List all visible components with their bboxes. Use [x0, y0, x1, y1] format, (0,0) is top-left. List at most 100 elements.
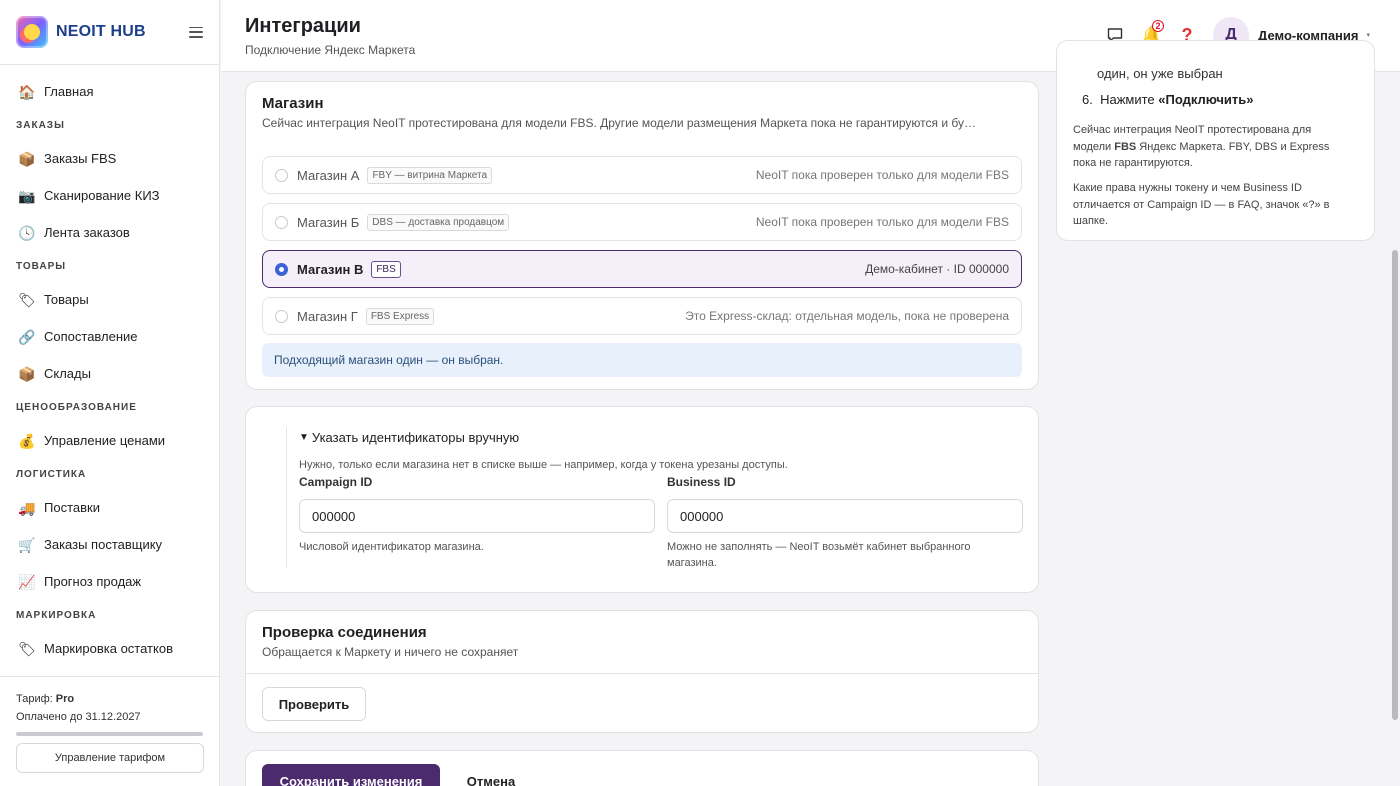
business-id-input[interactable]: [667, 499, 1023, 533]
store-note: NeoIT пока проверен только для модели FB…: [755, 215, 1009, 229]
sidebar-item[interactable]: 📈 Прогноз продаж: [0, 563, 219, 600]
plan-progress: [16, 732, 203, 736]
sidebar-item[interactable]: 🏠 Главная: [0, 73, 219, 110]
manual-ids-hint: Нужно, только если магазина нет в списке…: [299, 459, 788, 471]
sidebar-item-label: Заказы поставщику: [44, 537, 163, 552]
radio-button[interactable]: [275, 309, 288, 323]
store-option[interactable]: Магазин Г FBS Express Это Express-склад: о…: [262, 297, 1022, 335]
manual-ids-toggle[interactable]: ▼ Указать идентификаторы вручную: [299, 427, 1022, 447]
radio-button[interactable]: [275, 168, 288, 182]
help-para1-bold: FBS: [1114, 140, 1137, 153]
manual-ids-summary: Указать идентификаторы вручную: [311, 429, 520, 445]
store-name: Магазин В: [297, 261, 364, 277]
nav-icon: 💰: [18, 432, 36, 449]
chevron-down-icon[interactable]: ▾: [1366, 31, 1370, 39]
sidebar-item[interactable]: 📷 Сканирование КИЗ: [0, 177, 219, 214]
plan-panel: Тариф: Pro Оплачено до 31.12.2027 Управл…: [0, 676, 219, 786]
nav-icon: 🏷: [18, 640, 36, 657]
check-card-title: Проверка соединения: [262, 624, 427, 641]
divider: [246, 673, 1038, 674]
help-step-5-tail: один, он уже выбран: [1097, 66, 1223, 81]
campaign-id-help: Числовой идентификатор магазина.: [299, 541, 484, 553]
nav-section-heading: ЛОГИСТИКА: [16, 468, 87, 480]
scrollbar-thumb[interactable]: [1392, 250, 1398, 720]
manage-plan-button[interactable]: Управление тарифом: [16, 743, 204, 773]
help-paragraph-models: Сейчас интеграция NeoIT протестирована д…: [1073, 122, 1352, 172]
sidebar-item[interactable]: 🏷 Товары: [0, 281, 219, 318]
store-info-message: Подходящий магазин один — он выбран.: [262, 343, 1022, 377]
id-fields: Campaign ID Числовой идентификатор магаз…: [299, 475, 1023, 571]
nav-icon: 🏷: [18, 291, 36, 308]
store-option[interactable]: Магазин Б DBS — доставка продавцом NeoIT п…: [262, 203, 1022, 241]
sidebar-item-label: Маркировка остатков: [44, 641, 173, 656]
sidebar-item-label: Прогноз продаж: [44, 574, 142, 589]
paid-until: Оплачено до 31.12.2027: [16, 711, 141, 723]
actions-card: Сохранить изменения Отмена: [245, 750, 1039, 786]
triangle-down-icon: ▼: [299, 431, 309, 443]
sidebar-item-label: Главная: [44, 84, 94, 99]
cancel-button[interactable]: Отмена: [451, 764, 531, 786]
store-list: Магазин А FBY — витрина Маркета NeoIT пока…: [262, 156, 1022, 344]
store-note: Это Express-склад: отдельная модель, пок…: [685, 309, 1009, 323]
store-model-tag: FBS Express: [365, 307, 435, 325]
store-model-tag: FBY — витрина Маркета: [367, 166, 493, 184]
store-note: Демо-кабинет · ID 000000: [865, 262, 1009, 276]
store-card: Магазин Сейчас интеграция NeoIT протести…: [245, 81, 1039, 390]
store-model-tag: DBS — доставка продавцом: [367, 213, 510, 231]
plan-line: Тариф: Pro: [16, 690, 203, 708]
check-connection-button[interactable]: Проверить: [262, 687, 366, 721]
page-title: Интеграции: [245, 15, 361, 37]
nav-icon: 📈: [18, 573, 36, 590]
sidebar-item-label: Сканирование КИЗ: [44, 188, 160, 203]
sidebar-item-label: Управление ценами: [44, 433, 166, 448]
sidebar-item[interactable]: 🔗 Сопоставление: [0, 318, 219, 355]
store-model-tag: FBS: [371, 260, 401, 278]
brand-name[interactable]: NEOIT HUB: [56, 23, 146, 41]
help-step-6-bold: «Подключить»: [1158, 92, 1254, 107]
campaign-id-input[interactable]: [299, 499, 655, 533]
nav-icon: 🏠: [18, 83, 36, 100]
store-option[interactable]: Магазин В FBS Демо-кабинет · ID 000000: [262, 250, 1022, 288]
sidebar-item[interactable]: 🏷 Маркировка остатков: [0, 630, 219, 667]
notifications-badge: 2: [1152, 20, 1165, 32]
page-scrollbar[interactable]: [1390, 72, 1400, 786]
store-card-subtitle: Сейчас интеграция NeoIT протестирована д…: [262, 116, 976, 130]
sidebar-item[interactable]: 💰 Управление ценами: [0, 422, 219, 459]
radio-button[interactable]: [275, 215, 288, 229]
plan-value: Pro: [55, 693, 75, 705]
save-button[interactable]: Сохранить изменения: [262, 764, 440, 786]
store-option[interactable]: Магазин А FBY — витрина Маркета NeoIT пока…: [262, 156, 1022, 194]
logo-icon[interactable]: [16, 16, 48, 48]
store-name: Магазин А: [297, 167, 360, 183]
sidebar-nav: 🏠 Главная ЗАКАЗЫ 📦 Заказы FBS 📷 Сканирование К…: [0, 65, 219, 667]
sidebar-item[interactable]: 📦 Склады: [0, 355, 219, 392]
radio-button[interactable]: [275, 262, 288, 276]
sidebar-header: NEOIT HUB: [0, 0, 219, 65]
nav-icon: 🕓: [18, 224, 36, 241]
sidebar-item[interactable]: 🕓 Лента заказов: [0, 214, 219, 251]
sidebar-item-label: Заказы FBS: [44, 151, 117, 166]
sidebar-item[interactable]: 📦 Заказы FBS: [0, 140, 219, 177]
nav-section-heading: ЦЕНООБРАЗОВАНИЕ: [16, 401, 137, 413]
check-card-subtitle: Обращается к Маркету и ничего не сохраня…: [262, 645, 519, 659]
nav-section-heading: МАРКИРОВКА: [16, 609, 97, 621]
nav-icon: 🔗: [18, 328, 36, 345]
nav-icon: 🛒: [18, 536, 36, 553]
menu-toggle-icon[interactable]: [189, 26, 203, 38]
sidebar-item-label: Лента заказов: [44, 225, 130, 240]
campaign-id-label: Campaign ID: [299, 475, 373, 489]
page-subtitle: Подключение Яндекс Маркета: [245, 43, 416, 57]
store-name: Магазин Г: [297, 308, 358, 324]
help-step-6: 6. Нажмите «Подключить»: [1082, 92, 1254, 107]
campaign-id-group: Campaign ID Числовой идентификатор магаз…: [299, 475, 655, 571]
store-name: Магазин Б: [297, 214, 360, 230]
help-paragraph-faq: Какие права нужны токену и чем Business …: [1073, 182, 1330, 227]
sidebar: NEOIT HUB 🏠 Главная ЗАКАЗЫ 📦 Заказы FBS 📷 Скан…: [0, 0, 220, 786]
sidebar-item[interactable]: 🛒 Заказы поставщику: [0, 526, 219, 563]
connection-check-card: Проверка соединения Обращается к Маркету…: [245, 610, 1039, 733]
nav-icon: 🚚: [18, 499, 36, 516]
help-step-6-text: Нажмите: [1100, 92, 1159, 107]
business-id-help: Можно не заполнять — NeoIT возьмёт кабин…: [667, 541, 971, 569]
sidebar-item[interactable]: 🚚 Поставки: [0, 489, 219, 526]
plan-label: Тариф:: [16, 693, 53, 705]
